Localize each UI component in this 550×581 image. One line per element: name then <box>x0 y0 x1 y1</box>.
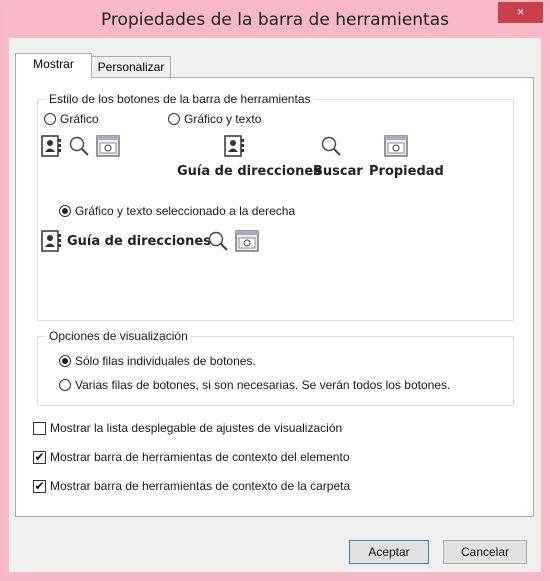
radio-graphic[interactable] <box>44 113 56 125</box>
property-label: Propiedad <box>369 164 444 179</box>
radio-multi-rows-label[interactable]: Varias filas de botones, si son necesari… <box>75 378 450 392</box>
radio-multi-rows[interactable] <box>59 379 71 391</box>
button-style-group: Estilo de los botones de la barra de her… <box>37 92 514 321</box>
address-guide-label: Guía de direcciones <box>177 164 321 179</box>
radio-graphic-text-label[interactable]: Gráfico y texto <box>184 112 261 126</box>
checkbox-item-context-toolbar[interactable]: ✔ <box>33 451 46 464</box>
checkbox-item-context-toolbar-label[interactable]: Mostrar barra de herramientas de context… <box>50 450 350 464</box>
search-label: Buscar <box>313 164 363 179</box>
title-bar: Propiedades de la barra de herramientas … <box>1 1 549 38</box>
properties-icon-2 <box>384 135 408 157</box>
tab-personalizar[interactable]: Personalizar <box>92 56 171 78</box>
checkbox-view-settings-dropdown[interactable] <box>33 422 46 435</box>
search-icon-3 <box>208 231 228 251</box>
checkbox-folder-context-toolbar[interactable]: ✔ <box>33 480 46 493</box>
dialog-client-area: Mostrar Personalizar Estilo de los boton… <box>9 38 541 572</box>
address-book-icon-3 <box>41 230 61 252</box>
address-book-icon <box>41 135 61 157</box>
radio-graphic-text-right-label[interactable]: Gráfico y texto seleccionado a la derech… <box>75 204 295 218</box>
display-options-group: Opciones de visualización Sólo filas ind… <box>37 329 514 406</box>
address-book-icon-2 <box>224 135 244 157</box>
close-button[interactable]: × <box>498 2 543 23</box>
dialog-title: Propiedades de la barra de herramientas <box>100 10 449 30</box>
display-options-group-label: Opciones de visualización <box>46 329 191 343</box>
tab-page-mostrar: Estilo de los botones de la barra de her… <box>15 77 534 517</box>
checkbox-folder-context-toolbar-label[interactable]: Mostrar barra de herramientas de context… <box>50 479 350 493</box>
properties-icon <box>96 135 120 157</box>
radio-single-rows[interactable] <box>59 355 71 367</box>
address-guide-label-right: Guía de direcciones <box>67 234 211 249</box>
radio-graphic-label[interactable]: Gráfico <box>60 112 99 126</box>
properties-icon-3 <box>235 230 259 252</box>
dialog-window: Propiedades de la barra de herramientas … <box>0 0 550 581</box>
button-style-group-label: Estilo de los botones de la barra de her… <box>46 92 314 106</box>
radio-single-rows-label[interactable]: Sólo filas individuales de botones. <box>75 354 256 368</box>
checkbox-view-settings-dropdown-label[interactable]: Mostrar la lista desplegable de ajustes … <box>50 421 342 435</box>
search-icon-2 <box>321 136 341 156</box>
tab-mostrar[interactable]: Mostrar <box>15 53 92 78</box>
radio-graphic-text[interactable] <box>168 113 180 125</box>
cancel-button[interactable]: Cancelar <box>443 540 527 564</box>
radio-graphic-text-right[interactable] <box>59 205 71 217</box>
search-icon <box>69 136 89 156</box>
accept-button[interactable]: Aceptar <box>349 540 429 564</box>
